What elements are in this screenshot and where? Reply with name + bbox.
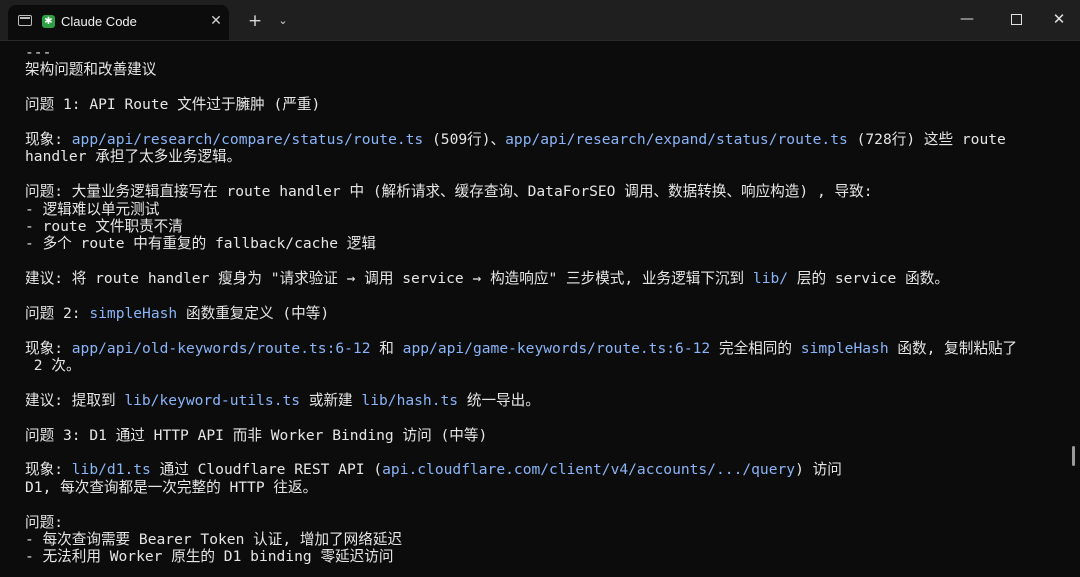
terminal-text: 完全相同的 [710, 339, 801, 357]
terminal-text: - 逻辑难以单元测试 [25, 200, 160, 218]
terminal-text: 现象: [25, 339, 72, 357]
maximize-button[interactable] [993, 6, 1039, 32]
terminal-line: 架构问题和改善建议 [25, 61, 1065, 78]
terminal-text: 问题 3: D1 通过 HTTP API 而非 Worker Binding 访… [25, 426, 488, 444]
terminal-text: 问题: 大量业务逻辑直接写在 route handler 中 (解析请求、缓存查… [25, 183, 873, 201]
terminal-line: - 逻辑难以单元测试 [25, 201, 1065, 218]
terminal-text: 统一导出。 [458, 391, 540, 409]
terminal-text: (728行) 这些 route [847, 130, 1006, 148]
terminal-text: 建议: 将 route handler 瘦身为 "请求验证 → 调用 servi… [25, 270, 753, 288]
terminal-text: - 无法利用 Worker 原生的 D1 binding 零延迟访问 [25, 548, 394, 566]
terminal-text: 架构问题和改善建议 [25, 61, 157, 79]
tab-title: Claude Code [61, 14, 137, 29]
claude-icon: ✱ [42, 15, 55, 28]
code-path: app/api/research/compare/status/route.ts [71, 130, 424, 148]
code-path: simpleHash [89, 304, 178, 322]
scrollbar-thumb[interactable] [1072, 446, 1075, 466]
terminal-line: - 每次查询需要 Bearer Token 认证, 增加了网络延迟 [25, 531, 1065, 548]
terminal-output[interactable]: --- 架构问题和改善建议问题 1: API Route 文件过于臃肿 (严重) 现… [25, 44, 1065, 577]
terminal-line: 问题: [25, 514, 1065, 531]
chevron-down-icon[interactable]: ⌄ [274, 11, 292, 31]
terminal-line: - 无法利用 Worker 原生的 D1 binding 零延迟访问 [25, 548, 1065, 565]
code-path: app/api/game-keywords/route.ts:6-12 [402, 339, 711, 357]
code-path: lib/d1.ts [71, 461, 151, 479]
code-path: simpleHash [800, 339, 889, 357]
terminal-text: handler 承担了太多业务逻辑。 [25, 148, 242, 166]
terminal-line: 现象: lib/d1.ts 通过 Cloudflare REST API (ap… [25, 461, 1065, 478]
terminal-text: 问题 1: API Route 文件过于臃肿 (严重) [25, 96, 321, 114]
terminal-line: 问题: 大量业务逻辑直接写在 route handler 中 (解析请求、缓存查… [25, 183, 1065, 200]
terminal-line: --- [25, 44, 1065, 61]
terminal-text: 和 [370, 339, 403, 357]
terminal-line: 问题 1: API Route 文件过于臃肿 (严重) [25, 96, 1065, 113]
terminal-text: D1, 每次查询都是一次完整的 HTTP 往返。 [25, 478, 318, 496]
terminal-line: 问题 2: simpleHash 函数重复定义 (中等) [25, 305, 1065, 322]
terminal-text: 函数, 复制粘贴了 [888, 339, 1018, 357]
code-path: lib/ [752, 270, 789, 288]
terminal-text: 通过 Cloudflare REST API ( [150, 461, 383, 479]
terminal-text: 或新建 [300, 391, 362, 409]
terminal-line: D1, 每次查询都是一次完整的 HTTP 往返。 [25, 479, 1065, 496]
terminal-icon [18, 15, 32, 26]
code-path: app/api/old-keywords/route.ts:6-12 [71, 339, 371, 357]
title-bar: ✱ Claude Code ✕ + ⌄ — ✕ [0, 0, 1080, 41]
terminal-text: --- [25, 44, 52, 61]
terminal-line: handler 承担了太多业务逻辑。 [25, 148, 1065, 165]
terminal-line: 建议: 将 route handler 瘦身为 "请求验证 → 调用 servi… [25, 270, 1065, 287]
code-path: app/api/research/expand/status/route.ts [505, 130, 848, 148]
code-path: api.cloudflare.com/client/v4/accounts/..… [382, 461, 796, 479]
terminal-line: 现象: app/api/old-keywords/route.ts:6-12 和… [25, 340, 1065, 357]
terminal-line: - 多个 route 中有重复的 fallback/cache 逻辑 [25, 235, 1065, 252]
code-path: lib/keyword-utils.ts [124, 391, 301, 409]
terminal-line: 2 次。 [25, 357, 1065, 374]
tab-close-button[interactable]: ✕ [207, 12, 225, 30]
terminal-text: - 每次查询需要 Bearer Token 认证, 增加了网络延迟 [25, 530, 403, 548]
new-tab-button[interactable]: + [245, 11, 265, 31]
tab-claude-code[interactable]: ✱ Claude Code ✕ [8, 5, 229, 40]
terminal-text: ) 访问 [795, 461, 842, 479]
code-path: lib/hash.ts [361, 391, 459, 409]
maximize-icon [1010, 14, 1022, 25]
terminal-text: 问题 2: [25, 304, 90, 322]
terminal-text: 问题: [25, 513, 63, 531]
terminal-text: 现象: [25, 130, 72, 148]
terminal-text: 2 次。 [25, 357, 81, 375]
terminal-line: 建议: 提取到 lib/keyword-utils.ts 或新建 lib/has… [25, 392, 1065, 409]
terminal-text: 现象: [25, 461, 72, 479]
terminal-text: 函数重复定义 (中等) [177, 304, 330, 322]
terminal-line: - route 文件职责不清 [25, 218, 1065, 235]
terminal-line: 问题 3: D1 通过 HTTP API 而非 Worker Binding 访… [25, 427, 1065, 444]
minimize-button[interactable]: — [944, 6, 990, 32]
terminal-line: 现象: app/api/research/compare/status/rout… [25, 131, 1065, 148]
close-window-button[interactable]: ✕ [1036, 6, 1080, 32]
terminal-text: - 多个 route 中有重复的 fallback/cache 逻辑 [25, 235, 376, 253]
terminal-text: 建议: 提取到 [25, 391, 125, 409]
terminal-text: (509行)、 [423, 130, 506, 148]
terminal-text: - route 文件职责不清 [25, 217, 183, 235]
terminal-text: 层的 service 函数。 [788, 270, 949, 288]
